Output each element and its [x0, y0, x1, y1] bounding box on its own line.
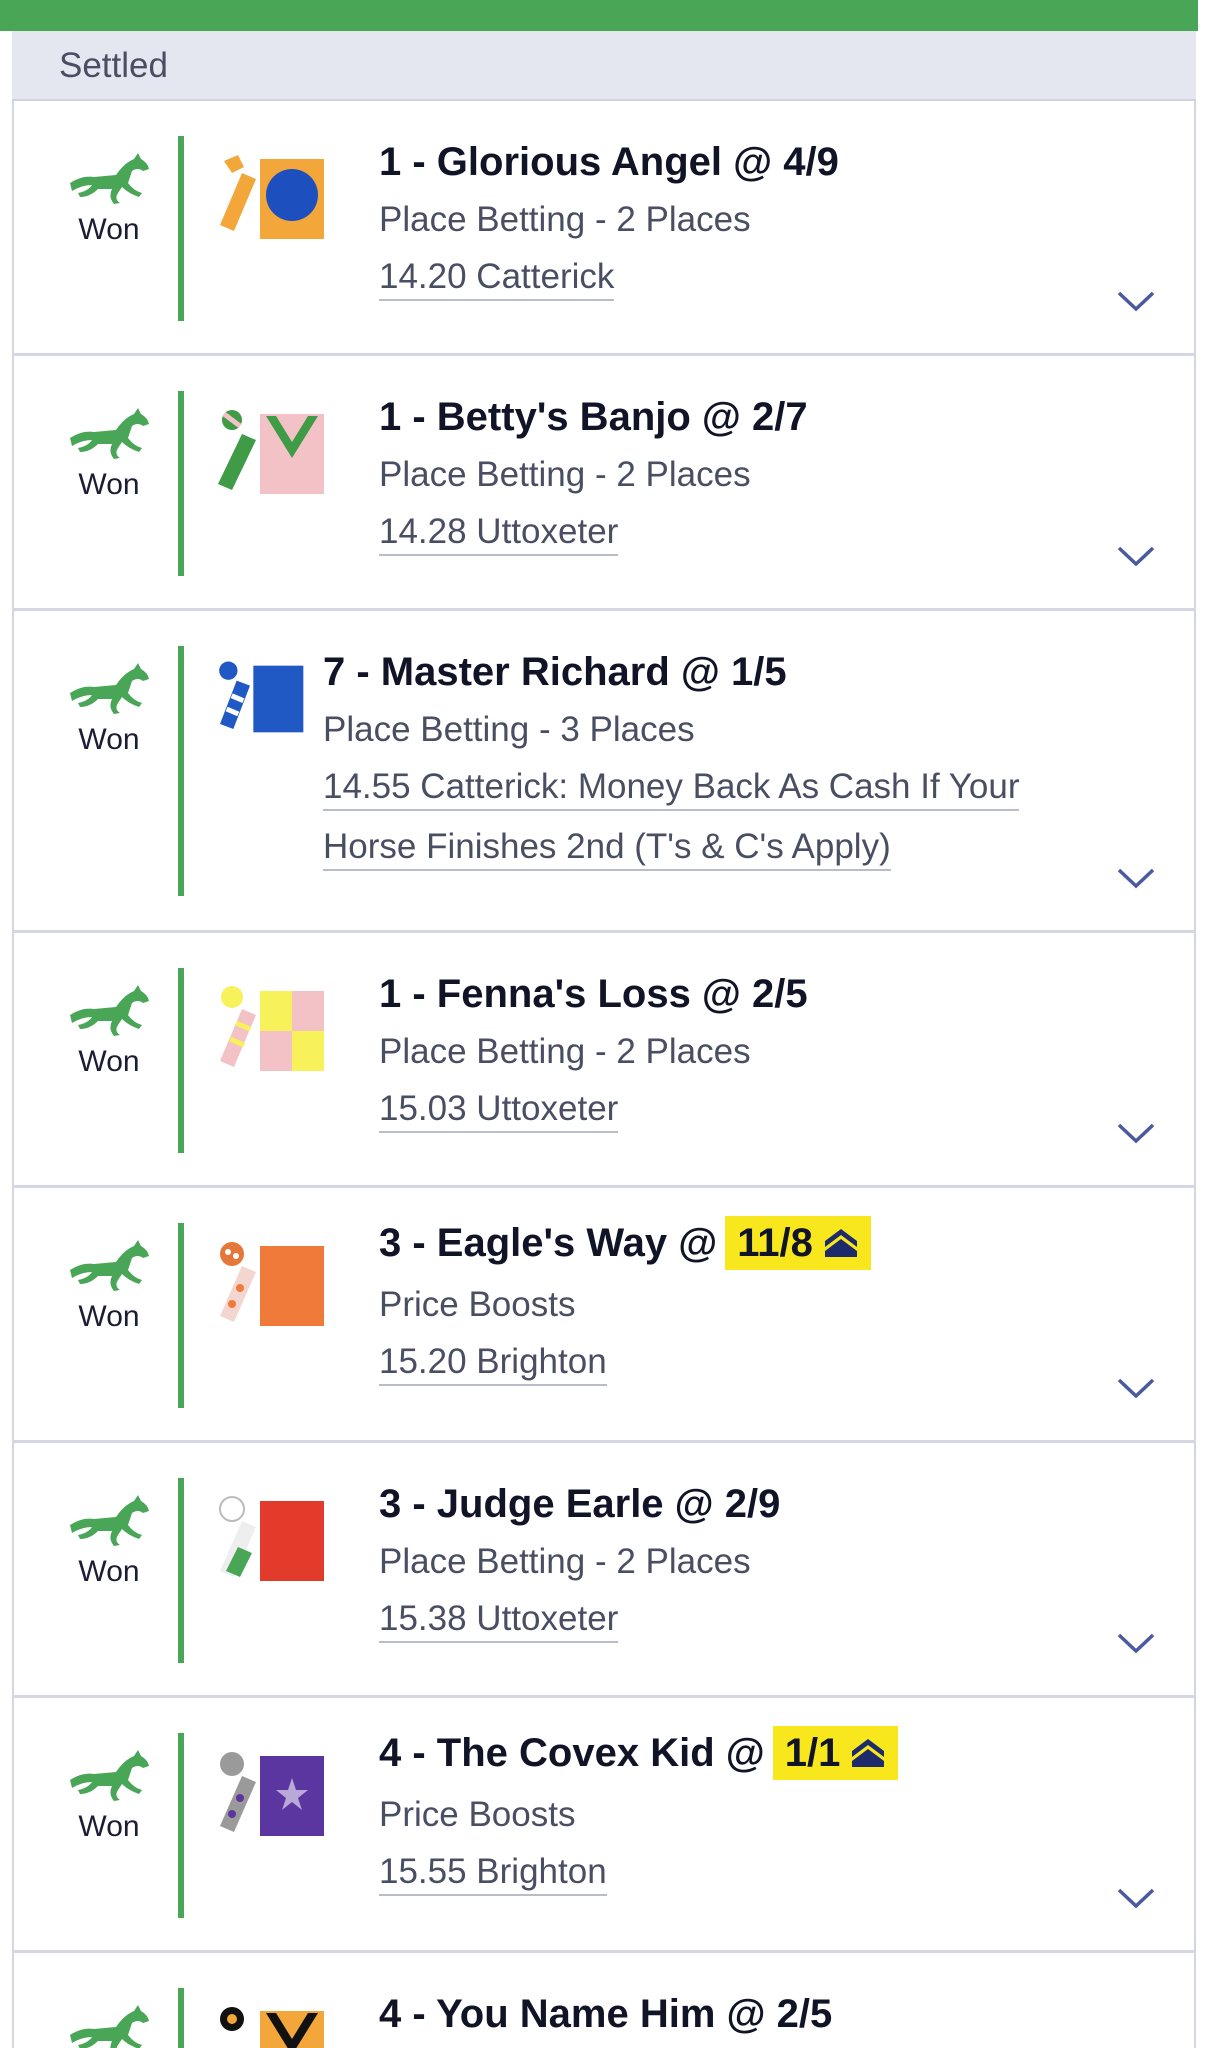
boosted-price-badge: 1/1	[772, 1726, 899, 1780]
chevron-down-icon[interactable]	[1116, 544, 1156, 568]
chevron-down-icon[interactable]	[1116, 1121, 1156, 1145]
bet-status	[54, 2005, 164, 2048]
bet-event-link[interactable]: 14.28 Uttoxeter	[379, 510, 619, 556]
jockey-silks-icon	[220, 1752, 324, 1836]
bet-event-link-line1[interactable]: 14.55 Catterick: Money Back As Cash If Y…	[323, 765, 1020, 811]
bet-event-link[interactable]: 15.55 Brighton	[379, 1850, 607, 1896]
bet-title-text: 3 - Eagle's Way @	[379, 1221, 718, 1265]
bet-event-link[interactable]: 15.38 Uttoxeter	[379, 1597, 619, 1643]
bet-title: 1 - Fenna's Loss @ 2/5	[379, 972, 808, 1016]
racehorse-icon	[70, 408, 149, 459]
jockey-silks-icon	[220, 155, 324, 239]
status-label: Won	[78, 723, 140, 756]
racehorse-icon	[70, 663, 149, 714]
racehorse-icon	[70, 153, 149, 204]
racehorse-icon	[70, 1495, 149, 1546]
price-boost-icon	[852, 1739, 885, 1768]
bet-title: 4 - You Name Him @ 2/5	[379, 1992, 833, 2036]
bet-row[interactable]: 4 - You Name Him @ 2/5	[14, 1953, 1194, 2048]
status-label: Won	[78, 1810, 140, 1843]
bet-title: 4 - The Covex Kid @ 1/1	[379, 1726, 899, 1780]
bet-row[interactable]: Won 3 - Judge Earle @ 2/9 Place Betting …	[14, 1443, 1194, 1698]
status-bar	[178, 1223, 184, 1408]
status-label: Won	[78, 1045, 140, 1078]
chevron-down-icon[interactable]	[1116, 866, 1156, 890]
bet-status: Won	[54, 153, 164, 247]
boosted-price-badge: 11/8	[725, 1216, 871, 1270]
bet-event-link[interactable]: 15.03 Uttoxeter	[379, 1087, 619, 1133]
bet-status: Won	[54, 663, 164, 757]
bet-title: 3 - Judge Earle @ 2/9	[379, 1482, 781, 1526]
status-bar	[178, 646, 184, 896]
bet-status: Won	[54, 1495, 164, 1589]
jockey-silks-icon	[218, 410, 324, 494]
status-label: Won	[78, 213, 140, 246]
chevron-down-icon[interactable]	[1116, 1631, 1156, 1655]
bet-market: Place Betting - 2 Places	[379, 455, 751, 494]
bet-title-text: 4 - The Covex Kid @	[379, 1731, 765, 1775]
racehorse-icon	[70, 1750, 149, 1801]
status-bar	[178, 1733, 184, 1918]
racehorse-icon	[70, 2005, 149, 2048]
bet-market: Place Betting - 2 Places	[379, 1032, 751, 1071]
bet-row[interactable]: Won 1 - Fenna's Loss @ 2/5 Place Betting…	[14, 933, 1194, 1188]
bet-row[interactable]: Won 4 - The Covex Kid @1/1 Price Boosts …	[14, 1698, 1194, 1953]
bet-title: 1 - Glorious Angel @ 4/9	[379, 140, 839, 184]
jockey-silks-icon	[219, 661, 304, 733]
jockey-silks-icon	[219, 1496, 324, 1581]
status-bar	[178, 1988, 184, 2048]
bet-event-link[interactable]: 14.20 Catterick	[379, 255, 615, 301]
bet-market: Place Betting - 2 Places	[379, 1542, 751, 1581]
bet-row[interactable]: Won 7 - Master Richard @ 1/5 Place Betti…	[14, 611, 1194, 933]
bet-event-link-line2[interactable]: Horse Finishes 2nd (T's & C's Apply)	[323, 825, 891, 871]
status-bar	[178, 136, 184, 321]
chevron-down-icon[interactable]	[1116, 1886, 1156, 1910]
bet-row[interactable]: Won 1 - Glorious Angel @ 4/9 Place Betti…	[14, 101, 1194, 356]
top-accent-bar	[0, 0, 1198, 31]
jockey-silks-icon	[220, 1242, 324, 1326]
bet-status: Won	[54, 408, 164, 502]
section-title: Settled	[59, 46, 168, 85]
bet-title: 7 - Master Richard @ 1/5	[323, 650, 787, 694]
bet-market: Place Betting - 3 Places	[323, 710, 695, 749]
boosted-price: 1/1	[784, 1731, 841, 1775]
bet-status: Won	[54, 1240, 164, 1334]
bet-title: 3 - Eagle's Way @ 11/8	[379, 1216, 871, 1270]
status-label: Won	[78, 1555, 140, 1588]
price-boost-icon	[824, 1229, 857, 1258]
status-bar	[178, 391, 184, 576]
bet-market: Place Betting - 2 Places	[379, 200, 751, 239]
bet-event-link[interactable]: 15.20 Brighton	[379, 1340, 607, 1386]
bet-row[interactable]: Won 1 - Betty's Banjo @ 2/7 Place Bettin…	[14, 356, 1194, 611]
jockey-silks-icon	[220, 986, 324, 1071]
status-label: Won	[78, 1300, 140, 1333]
bet-status: Won	[54, 1750, 164, 1844]
jockey-silks-icon	[220, 2007, 324, 2048]
status-bar	[178, 1478, 184, 1663]
bet-market: Price Boosts	[379, 1285, 576, 1324]
bet-row[interactable]: Won 3 - Eagle's Way @ 11/8 Price Boosts 1…	[14, 1188, 1194, 1443]
bet-status: Won	[54, 985, 164, 1079]
boosted-price: 11/8	[737, 1221, 813, 1265]
racehorse-icon	[70, 1240, 149, 1291]
bet-title: 1 - Betty's Banjo @ 2/7	[379, 395, 808, 439]
status-bar	[178, 968, 184, 1153]
chevron-down-icon[interactable]	[1116, 289, 1156, 313]
status-label: Won	[78, 468, 140, 501]
chevron-down-icon[interactable]	[1116, 1376, 1156, 1400]
section-header: Settled	[12, 31, 1196, 101]
bet-market: Price Boosts	[379, 1795, 576, 1834]
racehorse-icon	[70, 985, 149, 1036]
